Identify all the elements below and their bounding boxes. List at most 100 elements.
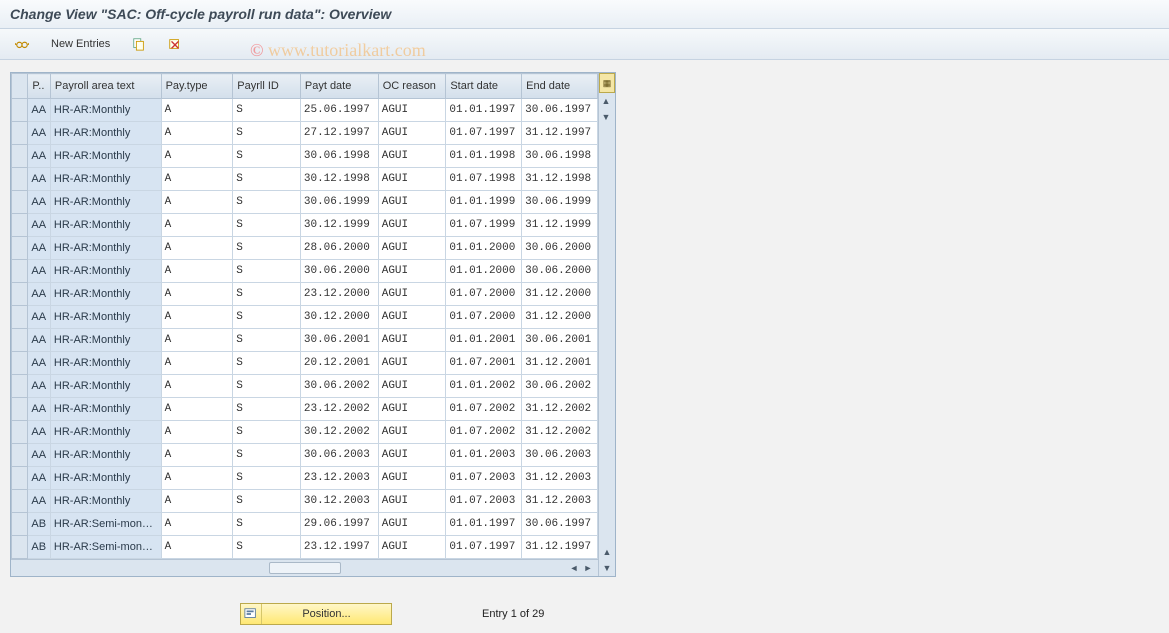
cell-payt-date[interactable]: 30.12.1999 [300, 214, 378, 237]
cell-pay-type[interactable]: A [161, 283, 233, 306]
col-end-date[interactable]: End date [522, 74, 598, 99]
table-row[interactable]: AAHR-AR:MonthlyAS30.12.1998AGUI01.07.199… [12, 168, 598, 191]
cell-payt-date[interactable]: 30.06.1998 [300, 145, 378, 168]
copy-button[interactable] [125, 35, 153, 53]
col-payt-date[interactable]: Payt date [300, 74, 378, 99]
cell-oc-reason[interactable]: AGUI [378, 237, 446, 260]
row-selector[interactable] [12, 375, 28, 398]
cell-end-date[interactable]: 31.12.2002 [522, 398, 598, 421]
cell-end-date[interactable]: 30.06.2002 [522, 375, 598, 398]
cell-start-date[interactable]: 01.01.1997 [446, 99, 522, 122]
cell-payt-date[interactable]: 25.06.1997 [300, 99, 378, 122]
cell-payrll-id[interactable]: S [233, 375, 301, 398]
row-selector[interactable] [12, 467, 28, 490]
table-row[interactable]: AAHR-AR:MonthlyAS30.06.1999AGUI01.01.199… [12, 191, 598, 214]
cell-start-date[interactable]: 01.07.2002 [446, 398, 522, 421]
cell-payt-date[interactable]: 27.12.1997 [300, 122, 378, 145]
cell-payt-date[interactable]: 23.12.2000 [300, 283, 378, 306]
cell-oc-reason[interactable]: AGUI [378, 490, 446, 513]
cell-pay-type[interactable]: A [161, 398, 233, 421]
cell-oc-reason[interactable]: AGUI [378, 444, 446, 467]
table-row[interactable]: AAHR-AR:MonthlyAS23.12.2003AGUI01.07.200… [12, 467, 598, 490]
row-selector[interactable] [12, 145, 28, 168]
new-entries-button[interactable]: New Entries [44, 36, 117, 52]
cell-pay-type[interactable]: A [161, 421, 233, 444]
cell-payrll-id[interactable]: S [233, 444, 301, 467]
table-row[interactable]: AAHR-AR:MonthlyAS30.12.2002AGUI01.07.200… [12, 421, 598, 444]
cell-pay-type[interactable]: A [161, 168, 233, 191]
row-selector[interactable] [12, 421, 28, 444]
cell-end-date[interactable]: 31.12.2003 [522, 490, 598, 513]
cell-end-date[interactable]: 30.06.1998 [522, 145, 598, 168]
cell-end-date[interactable]: 31.12.1997 [522, 536, 598, 559]
cell-pay-type[interactable]: A [161, 122, 233, 145]
row-selector[interactable] [12, 306, 28, 329]
cell-end-date[interactable]: 31.12.2003 [522, 467, 598, 490]
row-selector[interactable] [12, 352, 28, 375]
table-settings-button[interactable]: ▦ [599, 73, 615, 93]
cell-oc-reason[interactable]: AGUI [378, 283, 446, 306]
scroll-up-end-button[interactable]: ▲ [600, 544, 614, 560]
cell-oc-reason[interactable]: AGUI [378, 145, 446, 168]
scroll-thumb[interactable] [269, 562, 341, 574]
cell-payt-date[interactable]: 23.12.2003 [300, 467, 378, 490]
cell-end-date[interactable]: 31.12.1999 [522, 214, 598, 237]
cell-start-date[interactable]: 01.07.1997 [446, 536, 522, 559]
scroll-right-icon[interactable]: ► [582, 562, 594, 574]
cell-oc-reason[interactable]: AGUI [378, 421, 446, 444]
cell-start-date[interactable]: 01.07.2002 [446, 421, 522, 444]
cell-oc-reason[interactable]: AGUI [378, 122, 446, 145]
cell-oc-reason[interactable]: AGUI [378, 467, 446, 490]
cell-end-date[interactable]: 31.12.2000 [522, 306, 598, 329]
scroll-up-button[interactable]: ▲ [599, 93, 613, 109]
row-selector[interactable] [12, 260, 28, 283]
scroll-down-button[interactable]: ▼ [599, 109, 613, 125]
cell-oc-reason[interactable]: AGUI [378, 329, 446, 352]
cell-start-date[interactable]: 01.07.2001 [446, 352, 522, 375]
cell-oc-reason[interactable]: AGUI [378, 513, 446, 536]
table-row[interactable]: AAHR-AR:MonthlyAS30.06.2000AGUI01.01.200… [12, 260, 598, 283]
cell-oc-reason[interactable]: AGUI [378, 398, 446, 421]
cell-payt-date[interactable]: 30.12.1998 [300, 168, 378, 191]
row-selector[interactable] [12, 99, 28, 122]
cell-oc-reason[interactable]: AGUI [378, 306, 446, 329]
cell-payrll-id[interactable]: S [233, 513, 301, 536]
cell-payt-date[interactable]: 30.12.2000 [300, 306, 378, 329]
cell-end-date[interactable]: 30.06.1997 [522, 513, 598, 536]
table-row[interactable]: AAHR-AR:MonthlyAS30.06.2003AGUI01.01.200… [12, 444, 598, 467]
cell-payt-date[interactable]: 28.06.2000 [300, 237, 378, 260]
cell-pay-type[interactable]: A [161, 145, 233, 168]
cell-start-date[interactable]: 01.01.2002 [446, 375, 522, 398]
cell-start-date[interactable]: 01.01.2000 [446, 237, 522, 260]
cell-payt-date[interactable]: 30.06.1999 [300, 191, 378, 214]
cell-oc-reason[interactable]: AGUI [378, 168, 446, 191]
cell-start-date[interactable]: 01.07.2003 [446, 490, 522, 513]
cell-oc-reason[interactable]: AGUI [378, 99, 446, 122]
cell-payt-date[interactable]: 23.12.1997 [300, 536, 378, 559]
row-selector[interactable] [12, 168, 28, 191]
cell-payt-date[interactable]: 30.06.2002 [300, 375, 378, 398]
table-row[interactable]: AAHR-AR:MonthlyAS25.06.1997AGUI01.01.199… [12, 99, 598, 122]
cell-oc-reason[interactable]: AGUI [378, 214, 446, 237]
cell-end-date[interactable]: 30.06.2003 [522, 444, 598, 467]
cell-start-date[interactable]: 01.01.2000 [446, 260, 522, 283]
horizontal-scrollbar[interactable]: ◄ ► [11, 559, 598, 576]
cell-payrll-id[interactable]: S [233, 168, 301, 191]
cell-pay-type[interactable]: A [161, 467, 233, 490]
cell-payrll-id[interactable]: S [233, 490, 301, 513]
cell-payrll-id[interactable]: S [233, 260, 301, 283]
cell-end-date[interactable]: 30.06.1997 [522, 99, 598, 122]
toggle-button[interactable] [8, 35, 36, 53]
col-area-text[interactable]: Payroll area text [50, 74, 161, 99]
cell-start-date[interactable]: 01.01.1999 [446, 191, 522, 214]
row-selector[interactable] [12, 191, 28, 214]
cell-pay-type[interactable]: A [161, 352, 233, 375]
table-row[interactable]: AAHR-AR:MonthlyAS30.12.2000AGUI01.07.200… [12, 306, 598, 329]
cell-payrll-id[interactable]: S [233, 536, 301, 559]
cell-oc-reason[interactable]: AGUI [378, 352, 446, 375]
table-row[interactable]: AAHR-AR:MonthlyAS30.12.1999AGUI01.07.199… [12, 214, 598, 237]
cell-pay-type[interactable]: A [161, 490, 233, 513]
cell-payrll-id[interactable]: S [233, 237, 301, 260]
row-selector[interactable] [12, 536, 28, 559]
cell-pay-type[interactable]: A [161, 375, 233, 398]
